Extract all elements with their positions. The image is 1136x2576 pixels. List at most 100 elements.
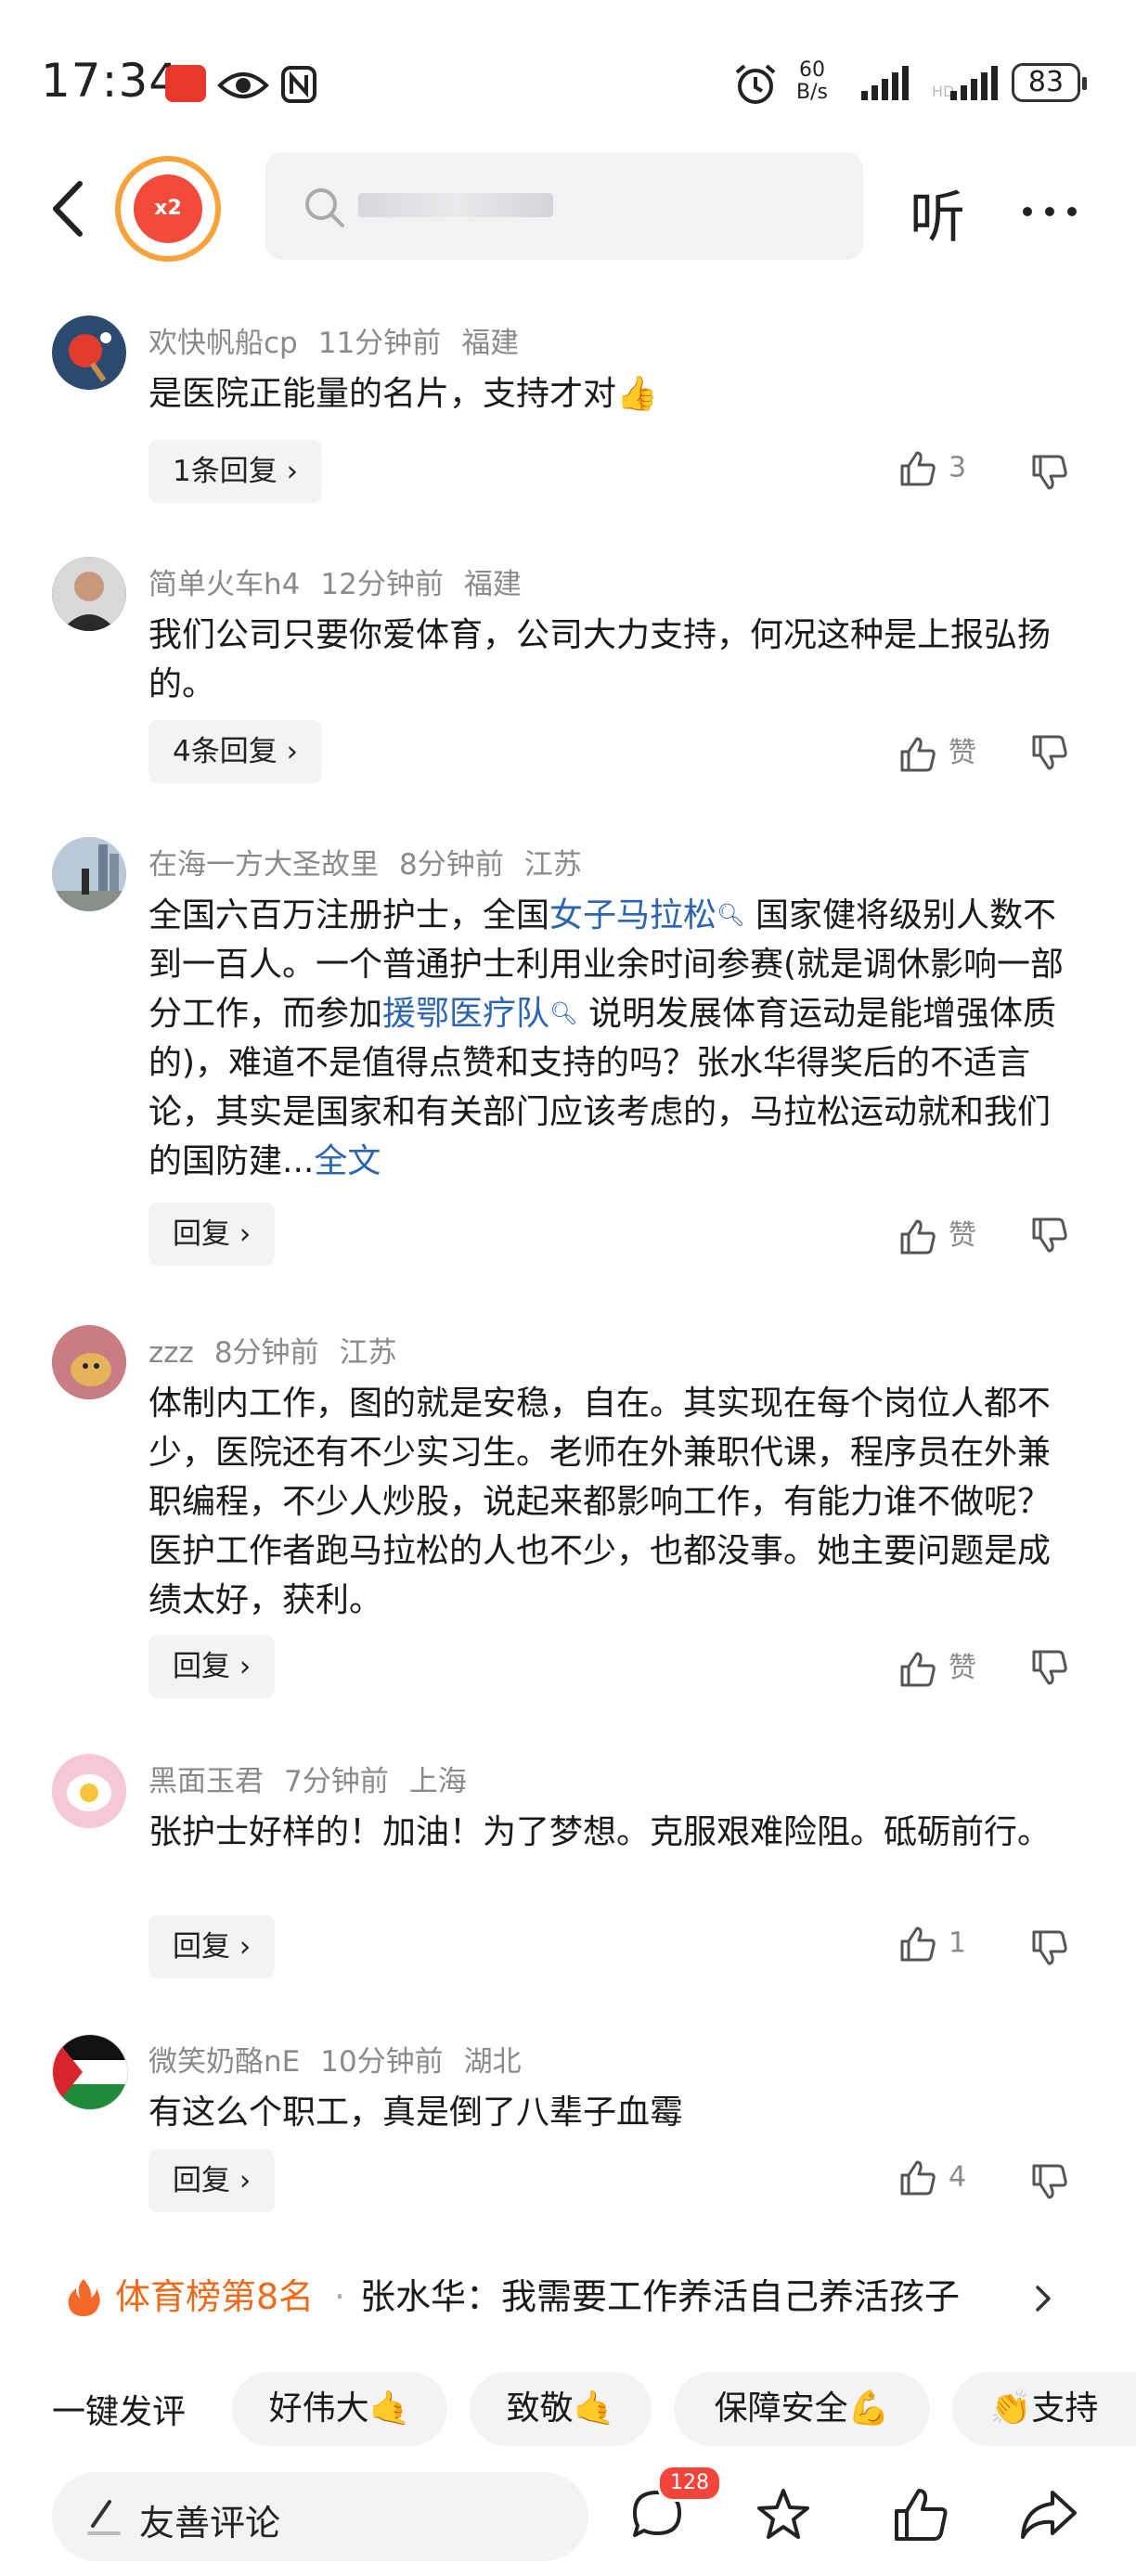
trending-rank: 体育榜第8名: [115, 2276, 315, 2317]
comment-time: 7分钟前: [284, 1765, 389, 1798]
quick-comment-label: 一键发评: [52, 2393, 187, 2431]
trending-separator: ·: [334, 2276, 346, 2317]
thumbs-down-icon[interactable]: [1030, 1216, 1069, 1255]
thumbs-down-icon[interactable]: [1030, 453, 1069, 492]
search-input[interactable]: [265, 152, 863, 260]
chevron-right-icon: [1036, 2286, 1051, 2312]
like-button[interactable]: 3: [898, 449, 966, 488]
thumbs-down-icon[interactable]: [1030, 733, 1069, 772]
reply-label: 回复: [173, 1930, 230, 1964]
like-button[interactable]: 4: [898, 2158, 966, 2197]
comment-input-placeholder: 友善评论: [139, 2503, 281, 2544]
quick-comment-chip[interactable]: 致敬🤙: [470, 2372, 652, 2446]
more-icon[interactable]: [1023, 202, 1090, 220]
comment-meta: 微笑奶酪nE 10分钟前 湖北: [148, 2038, 542, 2080]
comment-text: 我们公司只要你爱体育，公司大力支持，何况这种是上报弘扬的。: [148, 616, 1052, 703]
comment-meta: 黑面玉君 7分钟前 上海: [148, 1758, 487, 1799]
search-icon: 🔍︎: [549, 1000, 578, 1026]
topic-link[interactable]: 女子马拉松: [549, 896, 716, 934]
comment-username[interactable]: 简单火车h4: [148, 568, 300, 601]
reply-label: 4条回复: [173, 735, 278, 768]
comment-text: 有这么个职工，真是倒了八辈子血霉: [148, 2093, 684, 2132]
quick-comment-chip[interactable]: 👏支持: [952, 2372, 1136, 2446]
red-packet-button[interactable]: x2: [115, 156, 221, 262]
reply-button[interactable]: 回复 ›: [148, 1203, 276, 1266]
comment-username[interactable]: 黑面玉君: [148, 1765, 264, 1798]
comment-location: 江苏: [339, 1336, 397, 1370]
quick-comment-chip[interactable]: 保障安全💪: [674, 2372, 930, 2446]
eye-icon: [217, 72, 269, 98]
topic-link[interactable]: 援鄂医疗队: [382, 995, 549, 1033]
comment-username[interactable]: 在海一方大圣故里: [148, 848, 379, 882]
network-speed: 60 B/s: [796, 59, 828, 104]
like-button[interactable]: 赞: [898, 1644, 976, 1689]
comment-meta: 欢快帆船cp 11分钟前 福建: [148, 319, 539, 361]
bottom-bar: 友善评论 128: [0, 2465, 1136, 2576]
quick-comment-chip[interactable]: 好伟大🤙: [232, 2372, 447, 2446]
reply-button[interactable]: 回复 ›: [148, 1915, 276, 1978]
search-placeholder: [358, 193, 553, 217]
comment-meta: zzz 8分钟前 江苏: [148, 1329, 418, 1371]
star-icon[interactable]: [754, 2485, 813, 2544]
pen-icon: [87, 2500, 121, 2535]
listen-button[interactable]: 听: [910, 173, 965, 253]
comment-location: 湖北: [463, 2045, 522, 2079]
red-packet-label: x2: [134, 174, 202, 243]
thumbs-up-icon: [900, 2160, 936, 2196]
thumbs-down-icon[interactable]: [1030, 2162, 1069, 2201]
reply-button[interactable]: 回复 ›: [148, 1635, 276, 1698]
like-count: 3: [949, 451, 967, 484]
comment-username[interactable]: 欢快帆船cp: [148, 327, 298, 360]
share-icon[interactable]: [1017, 2485, 1080, 2544]
like-button[interactable]: 1: [898, 1925, 966, 1964]
reply-label: 回复: [173, 2164, 230, 2197]
thumbs-up-icon[interactable]: [891, 2485, 950, 2544]
back-icon[interactable]: [41, 176, 97, 241]
thumbs-up-icon: [900, 1652, 936, 1686]
signal-icon: HD: [932, 66, 998, 100]
like-count: 赞: [949, 1652, 976, 1684]
battery-indicator: 83: [1012, 63, 1087, 102]
reply-button[interactable]: 4条回复 ›: [148, 720, 322, 783]
like-count: 4: [949, 2160, 967, 2194]
like-button[interactable]: 赞: [898, 729, 976, 774]
like-count: 赞: [949, 737, 976, 769]
comment-text: 张护士好样的！加油！为了梦想。克服艰难险阻。砥砺前行。: [148, 1813, 1052, 1851]
comment-username[interactable]: zzz: [148, 1336, 194, 1370]
reply-button[interactable]: 1条回复 ›: [148, 440, 322, 503]
thumbs-up-icon: [900, 1219, 936, 1254]
trending-banner[interactable]: 体育榜第8名 · 张水华：我需要工作养活自己养活孩子: [0, 2264, 1136, 2329]
avatar[interactable]: [52, 837, 126, 911]
comment-count-badge: 128: [657, 2465, 722, 2502]
like-count: 赞: [949, 1219, 976, 1252]
thumbs-down-icon[interactable]: [1030, 1648, 1069, 1687]
comment-time: 10分钟前: [320, 2045, 444, 2079]
like-button[interactable]: 赞: [898, 1212, 976, 1256]
huawei-app-icon: [165, 65, 206, 102]
thumbs-up-icon: [900, 737, 936, 771]
network-speed-unit: B/s: [796, 81, 828, 104]
quick-comment-bar: 一键发评 好伟大🤙 致敬🤙 保障安全💪 👏支持: [0, 2372, 1136, 2446]
trending-title: 张水华：我需要工作养活自己养活孩子: [360, 2276, 961, 2317]
avatar[interactable]: [52, 1754, 126, 1828]
status-bar: 17:34 60 B/s HD 83: [0, 0, 1136, 148]
fire-icon: [68, 2279, 100, 2316]
alarm-icon: [735, 64, 776, 104]
search-icon: [305, 188, 344, 227]
reply-label: 1条回复: [173, 455, 278, 488]
comment-time: 11分钟前: [317, 327, 442, 360]
comment-input[interactable]: 友善评论: [52, 2472, 588, 2561]
avatar[interactable]: [52, 316, 126, 390]
reply-button[interactable]: 回复 ›: [148, 2149, 276, 2212]
comment-time: 12分钟前: [320, 568, 444, 601]
comment-location: 上海: [408, 1765, 467, 1798]
thumbs-down-icon[interactable]: [1030, 1928, 1069, 1967]
reply-label: 回复: [173, 1217, 230, 1251]
comment-time: 8分钟前: [213, 1336, 319, 1370]
avatar[interactable]: [52, 557, 126, 631]
avatar[interactable]: [52, 1325, 126, 1399]
comment-username[interactable]: 微笑奶酪nE: [148, 2045, 300, 2079]
expand-full-text-link[interactable]: 全文: [314, 1142, 381, 1180]
avatar[interactable]: [52, 2034, 128, 2110]
comment-meta: 在海一方大圣故里 8分钟前 江苏: [148, 841, 602, 882]
